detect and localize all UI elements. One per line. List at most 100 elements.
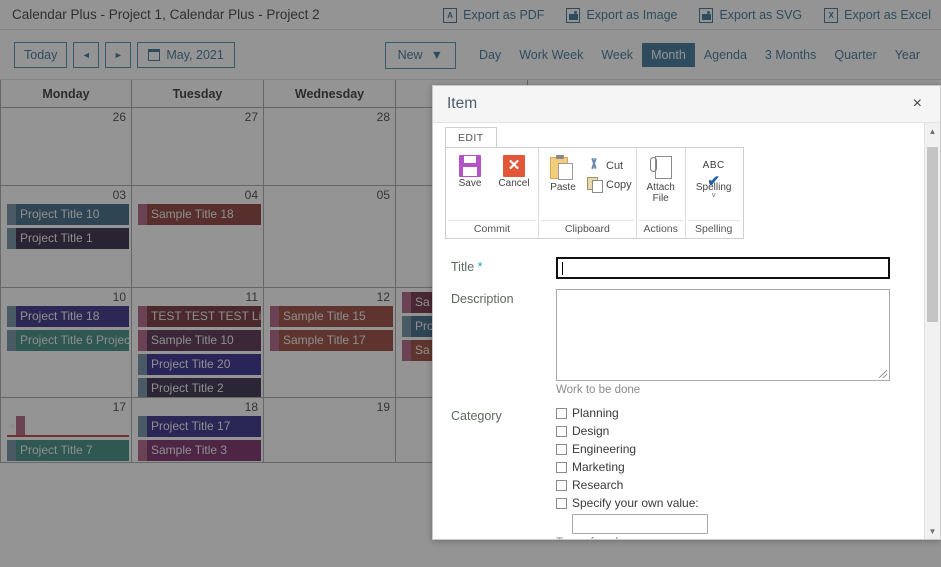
- category-option-planning[interactable]: Planning: [556, 406, 906, 420]
- new-item-button[interactable]: New ▼: [384, 41, 456, 69]
- checkbox-icon[interactable]: [556, 407, 567, 419]
- date-picker-button[interactable]: May, 2021: [137, 41, 235, 68]
- chevron-down-icon: ▼: [430, 48, 443, 62]
- calendar-event[interactable]: Sample Title 15: [270, 306, 393, 327]
- description-textarea[interactable]: [556, 289, 890, 381]
- view-tab-quarter[interactable]: Quarter: [825, 43, 885, 67]
- calendar-day-cell[interactable]: 19: [264, 398, 396, 462]
- calendar-event[interactable]: Project Title 1: [7, 228, 129, 249]
- category-option-design[interactable]: Design: [556, 424, 906, 438]
- export-as-svg-button[interactable]: Export as SVG: [699, 7, 802, 23]
- event-title: Project Title 17: [151, 419, 231, 433]
- calendar-event[interactable]: Project Title 6 Projec...: [7, 330, 129, 351]
- checkbox-icon[interactable]: [556, 479, 567, 491]
- application-root: Calendar Plus - Project 1, Calendar Plus…: [0, 0, 941, 567]
- view-tab-3-months[interactable]: 3 Months: [756, 43, 825, 67]
- description-hint: Work to be done: [556, 384, 641, 396]
- attach-file-button[interactable]: Attach File: [639, 152, 683, 204]
- tab-edit[interactable]: EDIT: [445, 127, 497, 147]
- calendar-event[interactable]: TEST TEST TEST Li...: [138, 306, 261, 327]
- day-number: 19: [376, 400, 390, 414]
- attach-file-button-label: Attach File: [646, 182, 675, 204]
- scroll-down-arrow-icon[interactable]: ▼: [925, 523, 940, 539]
- required-marker: *: [477, 260, 483, 274]
- calendar-toolbar: Today ◄ ► May, 2021 New ▼ Day Work Week …: [0, 30, 941, 80]
- event-accent-bar: [7, 330, 16, 351]
- calendar-event[interactable]: Sample Title 10: [138, 330, 261, 351]
- calendar-event[interactable]: Project Title 7: [7, 440, 129, 461]
- ribbon-group-clipboard: Paste Cut Copy Clipboard: [539, 148, 637, 238]
- calendar-day-cell[interactable]: 03 Project Title 10 Project Title 1: [0, 186, 132, 287]
- day-number: 27: [244, 110, 258, 124]
- day-header-tuesday: Tuesday: [132, 80, 264, 107]
- category-option-research[interactable]: Research: [556, 478, 906, 492]
- calendar-day-cell[interactable]: 11 TEST TEST TEST Li... Sample Title 10 Pro…: [132, 288, 264, 397]
- export-toolbar: A Export as PDF Export as Image Export a…: [443, 0, 931, 30]
- page-title: Calendar Plus - Project 1, Calendar Plus…: [12, 7, 320, 22]
- view-tab-week[interactable]: Week: [592, 43, 642, 67]
- event-accent-bar: [138, 354, 147, 375]
- calendar-day-cell[interactable]: 17 ◄ Project Title 7: [0, 398, 132, 462]
- calendar-event[interactable]: Project Title 18: [7, 306, 129, 327]
- close-icon[interactable]: ×: [909, 94, 926, 114]
- calendar-day-cell[interactable]: 26: [0, 108, 132, 185]
- day-number: 03: [112, 188, 126, 202]
- calendar-day-cell[interactable]: 18 Project Title 17 Sample Title 3: [132, 398, 264, 462]
- next-period-button[interactable]: ►: [105, 41, 132, 68]
- category-hint: Type of work: [556, 537, 906, 539]
- calendar-event[interactable]: Sample Title 18: [138, 204, 261, 225]
- cancel-button[interactable]: ✕ Cancel: [492, 152, 536, 190]
- scrollbar-thumb[interactable]: [927, 147, 938, 322]
- form-row-category: Category Planning Design Engineering Mar…: [451, 406, 906, 539]
- scroll-up-arrow-icon[interactable]: ▲: [925, 123, 940, 139]
- event-title: Project Title 20: [151, 357, 231, 371]
- ribbon-group-actions: Attach File Actions: [637, 148, 686, 238]
- calendar-event[interactable]: Project Title 2: [138, 378, 261, 397]
- category-option-engineering[interactable]: Engineering: [556, 442, 906, 456]
- event-accent-bar: [138, 378, 147, 397]
- calendar-day-cell[interactable]: 27: [132, 108, 264, 185]
- event-title: Project Title 2: [151, 381, 224, 395]
- calendar-day-cell[interactable]: 04 Sample Title 18: [132, 186, 264, 287]
- calendar-event[interactable]: Project Title 10: [7, 204, 129, 225]
- checkbox-icon[interactable]: [556, 443, 567, 455]
- calendar-event[interactable]: Sample Title 17: [270, 330, 393, 351]
- chevron-down-icon[interactable]: ˅: [711, 191, 716, 199]
- event-title: Sample Title 3: [151, 443, 228, 457]
- calendar-event[interactable]: Project Title 20: [138, 354, 261, 375]
- category-custom-input[interactable]: [572, 514, 708, 534]
- category-option-label: Engineering: [572, 442, 637, 456]
- export-as-excel-button[interactable]: X Export as Excel: [824, 7, 931, 23]
- previous-period-button[interactable]: ◄: [73, 41, 100, 68]
- save-button[interactable]: Save: [448, 152, 492, 190]
- calendar-day-cell[interactable]: 05: [264, 186, 396, 287]
- view-tab-day[interactable]: Day: [470, 43, 510, 67]
- category-option-custom[interactable]: Specify your own value:: [556, 496, 906, 510]
- category-option-marketing[interactable]: Marketing: [556, 460, 906, 474]
- spelling-button[interactable]: ABC ✔ Spelling ˅: [688, 152, 740, 199]
- view-tab-year[interactable]: Year: [886, 43, 929, 67]
- checkbox-icon[interactable]: [556, 461, 567, 473]
- title-input[interactable]: [556, 257, 890, 279]
- event-title: Project Title 7: [20, 443, 93, 457]
- calendar-day-cell[interactable]: 10 Project Title 18 Project Title 6 Projec…: [0, 288, 132, 397]
- calendar-event[interactable]: ◄: [7, 416, 129, 437]
- today-button[interactable]: Today: [14, 41, 68, 68]
- export-as-pdf-button[interactable]: A Export as PDF: [443, 7, 544, 23]
- copy-button[interactable]: Copy: [585, 175, 634, 194]
- cut-button[interactable]: Cut: [585, 156, 634, 175]
- checkbox-icon[interactable]: [556, 497, 567, 509]
- view-tab-agenda[interactable]: Agenda: [695, 43, 756, 67]
- view-tab-work-week[interactable]: Work Week: [510, 43, 592, 67]
- calendar-day-cell[interactable]: 28: [264, 108, 396, 185]
- view-tab-month[interactable]: Month: [642, 43, 695, 67]
- save-button-label: Save: [458, 178, 482, 189]
- export-as-image-button[interactable]: Export as Image: [566, 7, 677, 23]
- event-accent-bar: [138, 416, 147, 437]
- dialog-scrollbar[interactable]: ▲ ▼: [924, 123, 940, 539]
- paste-button[interactable]: Paste: [541, 152, 585, 194]
- calendar-event[interactable]: Project Title 17: [138, 416, 261, 437]
- checkbox-icon[interactable]: [556, 425, 567, 437]
- calendar-day-cell[interactable]: 12 Sample Title 15 Sample Title 17: [264, 288, 396, 397]
- calendar-event[interactable]: Sample Title 3: [138, 440, 261, 461]
